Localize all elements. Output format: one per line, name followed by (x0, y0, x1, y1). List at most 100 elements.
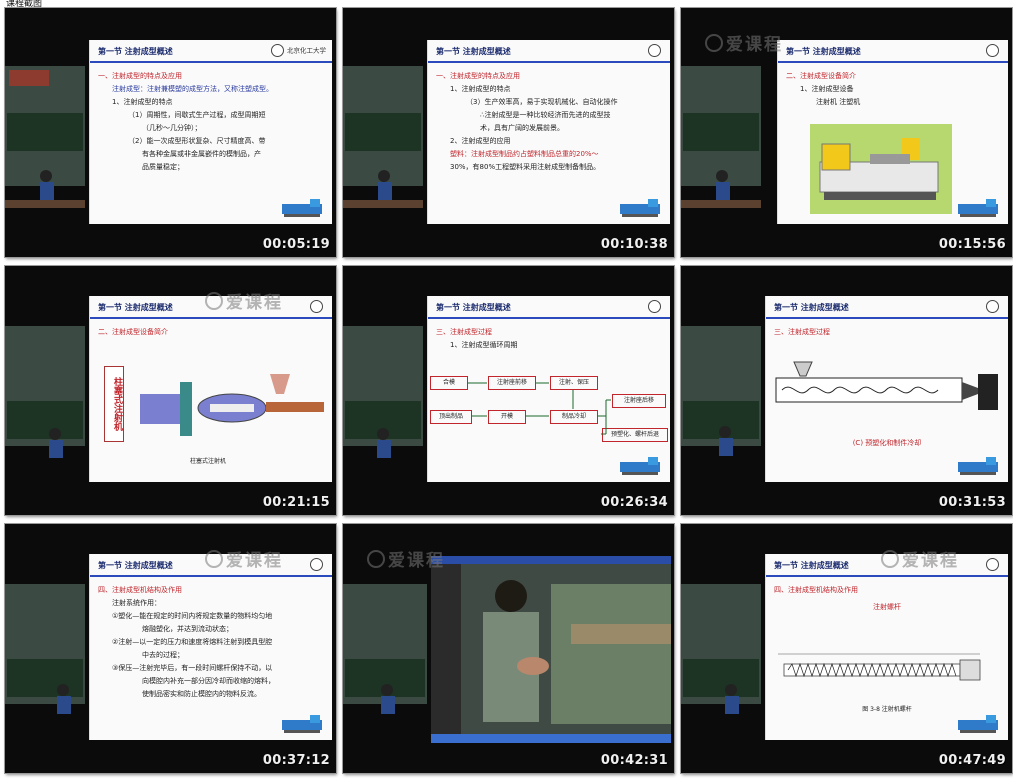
university-logo (986, 300, 1002, 314)
machine-thumbnail-icon (620, 199, 660, 217)
slide-subheading: 注射螺杆 (873, 603, 901, 611)
slide-body: 四、注射成型机结构及作用 注射系统作用： ①塑化—能在规定的时间内将规定数量的物… (98, 584, 324, 701)
slide-line: 30%，有80%工程塑料采用注射成型制备制品。 (450, 163, 601, 171)
cycle-flowchart: 合模 注射座前移 注射、保压 制品冷却 开模 顶出制品 注射座后移 预塑化、螺杆… (430, 376, 668, 456)
video-thumbnail[interactable]: 第一节 注射成型概述 二、注射成型设备简介 柱塞式注射机 柱塞式注射机 爱课程 … (5, 266, 336, 515)
slide-line: 品质量稳定； (142, 163, 184, 171)
video-thumbnail[interactable]: 第一节 注射成型概述 四、注射成型机结构及作用 注射系统作用： ①塑化—能在规定… (5, 524, 336, 773)
plasticizing-screw-diagram (775, 361, 998, 410)
slide-line: ③保压—注射完毕后，有一段时间螺杆保持不动，以 (112, 664, 273, 672)
slide-line: 1、注射成型的特点 (450, 85, 511, 93)
lecture-slide: 第一节 注射成型概述 三、注射成型过程 1、注射成型循环周期 合模 注射座前移 … (427, 296, 670, 482)
lecture-slide: 第一节 注射成型概述 二、注射成型设备简介 1、注射成型设备 注射机 注塑机 (777, 40, 1008, 224)
slide-line: ②注射—以一定的压力和速度将熔料注射到模具型腔 (112, 638, 273, 646)
timestamp: 00:05:19 (262, 237, 330, 252)
university-logo (986, 558, 1002, 572)
slide-heading: 四、注射成型机结构及作用 (98, 586, 182, 594)
slide-line: 1、注射成型设备 (800, 85, 854, 93)
timestamp: 00:47:49 (938, 753, 1006, 768)
slide-heading: 三、注射成型过程 (774, 328, 830, 336)
plunger-injection-diagram (140, 374, 324, 436)
machine-thumbnail-icon (958, 199, 998, 217)
slide-line: 1、注射成型的特点 (112, 98, 173, 106)
university-logo (648, 44, 664, 58)
slide-heading: 一、注射成型的特点及应用 (98, 72, 182, 80)
slide-line: 有各种金属或非金属嵌件的模制品，产 (142, 150, 261, 158)
slide-title: 第一节 注射成型概述 (786, 47, 861, 56)
slide-body: 一、注射成型的特点及应用 注射成型：注射兼模塑的成型方法，又称注塑成型。 1、注… (98, 70, 324, 174)
machine-thumbnail-icon (620, 457, 660, 475)
slide-title: 第一节 注射成型概述 (774, 303, 849, 312)
slide-line: 使制品密实和防止模腔内的物料反流。 (142, 690, 261, 698)
lecture-slide: 第一节 注射成型概述 四、注射成型机结构及作用 注射系统作用： ①塑化—能在规定… (89, 554, 332, 740)
watermark-logo-icon (205, 550, 223, 568)
embedded-video-player[interactable] (431, 556, 671, 743)
timestamp: 00:31:53 (938, 495, 1006, 510)
slide-line: 熔融塑化，并达到流动状态； (142, 625, 233, 633)
title-rule (778, 61, 1008, 63)
slide-title: 第一节 注射成型概述 (98, 561, 173, 570)
university-seal-icon (310, 300, 323, 313)
timestamp: 00:10:38 (600, 237, 668, 252)
video-thumbnail[interactable]: 第一节 注射成型概述 二、注射成型设备简介 1、注射成型设备 注射机 注塑机 爱… (681, 8, 1012, 257)
timestamp: 00:42:31 (600, 753, 668, 768)
slide-line: 注射机 注塑机 (816, 98, 861, 106)
university-logo: 北京化工大学 (271, 44, 326, 58)
slide-heading: 二、注射成型设备简介 (98, 328, 168, 336)
slide-title: 第一节 注射成型概述 (774, 561, 849, 570)
diagram-caption: (C) 预塑化和制件冷却 (852, 439, 922, 447)
slide-line: （2）能一次成型形状复杂、尺寸精度高、带 (128, 137, 266, 145)
title-rule (90, 317, 332, 319)
timestamp: 00:15:56 (938, 237, 1006, 252)
video-thumbnail[interactable]: 第一节 注射成型概述 三、注射成型过程 1、注射成型循环周期 合模 注射座前移 … (343, 266, 674, 515)
university-seal-icon (986, 44, 999, 57)
university-seal-icon (310, 558, 323, 571)
watermark-logo-icon (881, 550, 899, 568)
flow-arrows (468, 382, 611, 435)
machine-thumbnail-icon (958, 715, 998, 733)
watermark-logo-icon (205, 292, 223, 310)
slide-title: 第一节 注射成型概述 (436, 303, 511, 312)
machine-thumbnail-icon (958, 457, 998, 475)
title-rule (90, 575, 332, 577)
plunger-machine-label: 柱塞式注射机 (104, 366, 124, 442)
lecture-slide: 第一节 注射成型概述 北京化工大学 一、注射成型的特点及应用 注射成型：注射兼模… (89, 40, 332, 224)
university-seal-icon (271, 44, 284, 57)
university-logo (986, 44, 1002, 58)
slide-heading: 一、注射成型的特点及应用 (436, 72, 520, 80)
slide-body: 三、注射成型过程 1、注射成型循环周期 (436, 326, 662, 352)
video-thumbnail[interactable]: 第一节 注射成型概述 三、注射成型过程 (C) 预塑化和制件冷却 00:31:5… (681, 266, 1012, 515)
diagram-caption: 柱塞式注射机 (190, 458, 227, 465)
slide-title: 第一节 注射成型概述 (98, 303, 173, 312)
lecture-slide: 第一节 注射成型概述 一、注射成型的特点及应用 1、注射成型的特点 （3）生产效… (427, 40, 670, 224)
video-thumbnail[interactable]: 第一节 注射成型概述 北京化工大学 一、注射成型的特点及应用 注射成型：注射兼模… (5, 8, 336, 257)
watermark-logo-icon (705, 34, 723, 52)
video-thumbnail[interactable]: 爱课程 00:42:31 (343, 524, 674, 773)
slide-line: 术，具有广阔的发展前景。 (480, 124, 564, 132)
injection-machine-photo (810, 124, 952, 214)
slide-body: 二、注射成型设备简介 (98, 326, 324, 339)
university-seal-icon (648, 44, 661, 57)
video-thumbnail[interactable]: 第一节 注射成型概述 一、注射成型的特点及应用 1、注射成型的特点 （3）生产效… (343, 8, 674, 257)
slide-heading: 四、注射成型机结构及作用 (774, 586, 858, 594)
player-titlebar (431, 556, 671, 564)
slide-body: 三、注射成型过程 (774, 326, 1000, 339)
slide-title: 第一节 注射成型概述 (98, 47, 173, 56)
slide-body: 四、注射成型机结构及作用 注射螺杆 (774, 584, 1000, 614)
timestamp: 00:21:15 (262, 495, 330, 510)
university-logo (648, 300, 664, 314)
video-thumbnail[interactable]: 第一节 注射成型概述 四、注射成型机结构及作用 注射螺杆 图 3-8 注射机螺杆… (681, 524, 1012, 773)
slide-line: ∴注射成型是一种比较经济而先进的成型技 (480, 111, 611, 119)
slide-heading: 二、注射成型设备简介 (786, 72, 856, 80)
timestamp: 00:37:12 (262, 753, 330, 768)
watermark: 爱课程 (205, 546, 283, 571)
watermark-logo-icon (367, 550, 385, 568)
lecture-slide: 第一节 注射成型概述 四、注射成型机结构及作用 注射螺杆 图 3-8 注射机螺杆 (765, 554, 1008, 740)
slide-line: （几秒～几分钟）； (142, 124, 202, 132)
university-seal-icon (986, 558, 999, 571)
slide-line: 向模腔内补充一部分因冷却而收缩的熔料， (142, 677, 275, 685)
university-logo (310, 300, 326, 314)
title-rule (428, 317, 670, 319)
university-seal-icon (986, 300, 999, 313)
slide-line: （1）周期性，间歇式生产过程，成型周期短 (128, 111, 266, 119)
